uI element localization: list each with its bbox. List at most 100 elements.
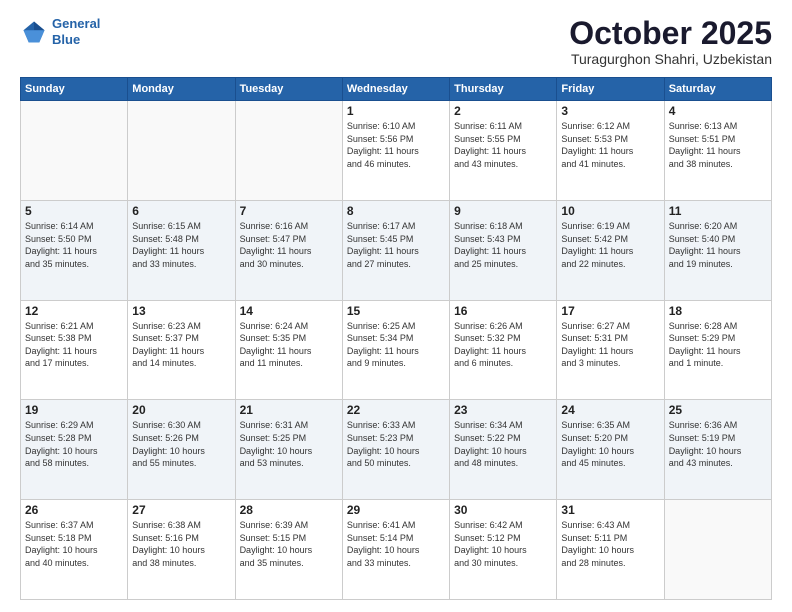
day-number: 28 (240, 503, 338, 517)
cell-w1-d1 (128, 101, 235, 201)
day-info: Sunrise: 6:19 AM Sunset: 5:42 PM Dayligh… (561, 220, 659, 270)
cell-w4-d6: 25 Sunrise: 6:36 AM Sunset: 5:19 PM Dayli… (664, 400, 771, 500)
week-row-3: 12 Sunrise: 6:21 AM Sunset: 5:38 PM Dayli… (21, 300, 772, 400)
day-number: 22 (347, 403, 445, 417)
cell-w3-d0: 12 Sunrise: 6:21 AM Sunset: 5:38 PM Dayli… (21, 300, 128, 400)
cell-w4-d1: 20 Sunrise: 6:30 AM Sunset: 5:26 PM Dayli… (128, 400, 235, 500)
day-number: 11 (669, 204, 767, 218)
day-info: Sunrise: 6:41 AM Sunset: 5:14 PM Dayligh… (347, 519, 445, 569)
cell-w4-d2: 21 Sunrise: 6:31 AM Sunset: 5:25 PM Dayli… (235, 400, 342, 500)
logo-line1: General (52, 16, 100, 31)
day-info: Sunrise: 6:29 AM Sunset: 5:28 PM Dayligh… (25, 419, 123, 469)
day-info: Sunrise: 6:25 AM Sunset: 5:34 PM Dayligh… (347, 320, 445, 370)
cell-w2-d5: 10 Sunrise: 6:19 AM Sunset: 5:42 PM Dayli… (557, 200, 664, 300)
day-number: 18 (669, 304, 767, 318)
day-info: Sunrise: 6:27 AM Sunset: 5:31 PM Dayligh… (561, 320, 659, 370)
day-number: 10 (561, 204, 659, 218)
cell-w1-d3: 1 Sunrise: 6:10 AM Sunset: 5:56 PM Daylig… (342, 101, 449, 201)
day-info: Sunrise: 6:43 AM Sunset: 5:11 PM Dayligh… (561, 519, 659, 569)
day-number: 15 (347, 304, 445, 318)
cell-w2-d0: 5 Sunrise: 6:14 AM Sunset: 5:50 PM Daylig… (21, 200, 128, 300)
week-row-5: 26 Sunrise: 6:37 AM Sunset: 5:18 PM Dayli… (21, 500, 772, 600)
day-number: 2 (454, 104, 552, 118)
day-number: 14 (240, 304, 338, 318)
day-info: Sunrise: 6:18 AM Sunset: 5:43 PM Dayligh… (454, 220, 552, 270)
cell-w5-d2: 28Sunrise: 6:39 AM Sunset: 5:15 PM Dayli… (235, 500, 342, 600)
day-number: 31 (561, 503, 659, 517)
month-title: October 2025 (569, 16, 772, 51)
cell-w3-d1: 13 Sunrise: 6:23 AM Sunset: 5:37 PM Dayli… (128, 300, 235, 400)
day-info: Sunrise: 6:20 AM Sunset: 5:40 PM Dayligh… (669, 220, 767, 270)
week-row-1: 1 Sunrise: 6:10 AM Sunset: 5:56 PM Daylig… (21, 101, 772, 201)
cell-w2-d1: 6Sunrise: 6:15 AM Sunset: 5:48 PM Daylig… (128, 200, 235, 300)
col-thursday: Thursday (450, 78, 557, 101)
col-saturday: Saturday (664, 78, 771, 101)
cell-w2-d6: 11 Sunrise: 6:20 AM Sunset: 5:40 PM Dayli… (664, 200, 771, 300)
logo: General Blue (20, 16, 100, 47)
day-info: Sunrise: 6:24 AM Sunset: 5:35 PM Dayligh… (240, 320, 338, 370)
day-info: Sunrise: 6:13 AM Sunset: 5:51 PM Dayligh… (669, 120, 767, 170)
day-info: Sunrise: 6:15 AM Sunset: 5:48 PM Dayligh… (132, 220, 230, 270)
day-number: 9 (454, 204, 552, 218)
day-info: Sunrise: 6:31 AM Sunset: 5:25 PM Dayligh… (240, 419, 338, 469)
cell-w3-d2: 14 Sunrise: 6:24 AM Sunset: 5:35 PM Dayli… (235, 300, 342, 400)
day-number: 21 (240, 403, 338, 417)
day-number: 26 (25, 503, 123, 517)
day-info: Sunrise: 6:28 AM Sunset: 5:29 PM Dayligh… (669, 320, 767, 370)
day-number: 13 (132, 304, 230, 318)
day-number: 4 (669, 104, 767, 118)
day-info: Sunrise: 6:12 AM Sunset: 5:53 PM Dayligh… (561, 120, 659, 170)
cell-w3-d4: 16Sunrise: 6:26 AM Sunset: 5:32 PM Dayli… (450, 300, 557, 400)
col-wednesday: Wednesday (342, 78, 449, 101)
cell-w5-d6 (664, 500, 771, 600)
cell-w5-d3: 29Sunrise: 6:41 AM Sunset: 5:14 PM Dayli… (342, 500, 449, 600)
col-friday: Friday (557, 78, 664, 101)
cell-w3-d6: 18 Sunrise: 6:28 AM Sunset: 5:29 PM Dayli… (664, 300, 771, 400)
day-info: Sunrise: 6:33 AM Sunset: 5:23 PM Dayligh… (347, 419, 445, 469)
day-number: 25 (669, 403, 767, 417)
day-info: Sunrise: 6:21 AM Sunset: 5:38 PM Dayligh… (25, 320, 123, 370)
day-number: 23 (454, 403, 552, 417)
day-number: 3 (561, 104, 659, 118)
day-info: Sunrise: 6:14 AM Sunset: 5:50 PM Dayligh… (25, 220, 123, 270)
day-number: 8 (347, 204, 445, 218)
week-row-4: 19Sunrise: 6:29 AM Sunset: 5:28 PM Dayli… (21, 400, 772, 500)
day-number: 12 (25, 304, 123, 318)
cell-w4-d5: 24 Sunrise: 6:35 AM Sunset: 5:20 PM Dayli… (557, 400, 664, 500)
cell-w1-d2 (235, 101, 342, 201)
day-number: 20 (132, 403, 230, 417)
day-info: Sunrise: 6:35 AM Sunset: 5:20 PM Dayligh… (561, 419, 659, 469)
col-sunday: Sunday (21, 78, 128, 101)
cell-w2-d3: 8 Sunrise: 6:17 AM Sunset: 5:45 PM Daylig… (342, 200, 449, 300)
logo-icon (20, 18, 48, 46)
page: General Blue October 2025 Turagurghon Sh… (0, 0, 792, 612)
day-info: Sunrise: 6:11 AM Sunset: 5:55 PM Dayligh… (454, 120, 552, 170)
day-info: Sunrise: 6:17 AM Sunset: 5:45 PM Dayligh… (347, 220, 445, 270)
cell-w4-d4: 23 Sunrise: 6:34 AM Sunset: 5:22 PM Dayli… (450, 400, 557, 500)
day-info: Sunrise: 6:34 AM Sunset: 5:22 PM Dayligh… (454, 419, 552, 469)
col-tuesday: Tuesday (235, 78, 342, 101)
day-number: 27 (132, 503, 230, 517)
day-number: 5 (25, 204, 123, 218)
day-info: Sunrise: 6:37 AM Sunset: 5:18 PM Dayligh… (25, 519, 123, 569)
logo-text: General Blue (52, 16, 100, 47)
day-info: Sunrise: 6:30 AM Sunset: 5:26 PM Dayligh… (132, 419, 230, 469)
day-info: Sunrise: 6:42 AM Sunset: 5:12 PM Dayligh… (454, 519, 552, 569)
day-number: 30 (454, 503, 552, 517)
cell-w5-d5: 31 Sunrise: 6:43 AM Sunset: 5:11 PM Dayli… (557, 500, 664, 600)
day-number: 24 (561, 403, 659, 417)
day-info: Sunrise: 6:10 AM Sunset: 5:56 PM Dayligh… (347, 120, 445, 170)
cell-w1-d6: 4 Sunrise: 6:13 AM Sunset: 5:51 PM Daylig… (664, 101, 771, 201)
cell-w3-d3: 15 Sunrise: 6:25 AM Sunset: 5:34 PM Dayli… (342, 300, 449, 400)
day-number: 1 (347, 104, 445, 118)
cell-w5-d1: 27Sunrise: 6:38 AM Sunset: 5:16 PM Dayli… (128, 500, 235, 600)
header: General Blue October 2025 Turagurghon Sh… (20, 16, 772, 67)
col-monday: Monday (128, 78, 235, 101)
day-info: Sunrise: 6:16 AM Sunset: 5:47 PM Dayligh… (240, 220, 338, 270)
logo-line2: Blue (52, 32, 80, 47)
day-info: Sunrise: 6:23 AM Sunset: 5:37 PM Dayligh… (132, 320, 230, 370)
cell-w3-d5: 17Sunrise: 6:27 AM Sunset: 5:31 PM Dayli… (557, 300, 664, 400)
location-subtitle: Turagurghon Shahri, Uzbekistan (569, 51, 772, 67)
cell-w2-d4: 9 Sunrise: 6:18 AM Sunset: 5:43 PM Daylig… (450, 200, 557, 300)
day-info: Sunrise: 6:36 AM Sunset: 5:19 PM Dayligh… (669, 419, 767, 469)
